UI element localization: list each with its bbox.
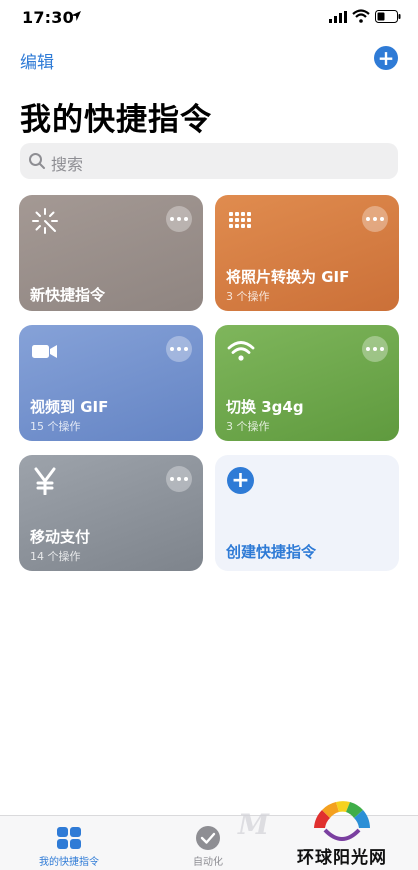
create-shortcut-card[interactable]: + 创建快捷指令 (215, 455, 399, 571)
watermark-logo-icon (314, 801, 370, 841)
tab-label: 自动化 (193, 857, 223, 868)
automation-check-icon (196, 826, 220, 850)
plus-icon: + (227, 467, 254, 494)
location-arrow-icon (71, 11, 81, 21)
shortcut-card-mobile-pay[interactable]: 移动支付 14 个操作 (19, 455, 203, 571)
status-time: 17:30 (22, 8, 74, 27)
search-icon (29, 153, 45, 169)
more-options-button[interactable] (362, 206, 388, 232)
shortcut-card-photo-gif[interactable]: 将照片转换为 GIF 3 个操作 (215, 195, 399, 311)
wifi-icon (227, 341, 255, 361)
search-placeholder: 搜索 (51, 155, 84, 174)
shortcut-action-count: 15 个操作 (30, 420, 81, 433)
battery-icon (375, 10, 401, 23)
more-options-button[interactable] (362, 336, 388, 362)
shortcut-card-3g4g[interactable]: 切换 3g4g 3 个操作 (215, 325, 399, 441)
shortcut-name: 将照片转换为 GIF (226, 268, 350, 286)
shortcut-name: 移动支付 (30, 528, 91, 546)
tab-my-shortcuts[interactable]: 我的快捷指令 (26, 816, 112, 870)
shortcuts-grid-icon (57, 827, 81, 849)
search-field[interactable]: 搜索 (20, 143, 398, 179)
more-options-button[interactable] (166, 336, 192, 362)
video-camera-icon (32, 345, 57, 358)
shortcut-action-count: 3 个操作 (226, 290, 270, 303)
tab-label: 我的快捷指令 (39, 857, 99, 868)
shortcut-name: 视频到 GIF (30, 398, 109, 416)
shortcut-name: 新快捷指令 (30, 286, 106, 304)
sparkle-icon (32, 208, 58, 234)
shortcut-card-new[interactable]: 新快捷指令 (19, 195, 203, 311)
yen-icon (34, 467, 56, 495)
watermark-brand-text: 环球阳光网 (297, 848, 387, 868)
wifi-status-icon (352, 9, 370, 23)
add-shortcut-button[interactable]: + (374, 46, 398, 70)
grid-icon (229, 212, 251, 228)
edit-button[interactable]: 编辑 (20, 48, 54, 73)
page-title: 我的快捷指令 (20, 102, 212, 138)
watermark-letter: M (238, 808, 269, 841)
more-options-button[interactable] (166, 206, 192, 232)
shortcut-card-video-gif[interactable]: 视频到 GIF 15 个操作 (19, 325, 203, 441)
shortcut-action-count: 3 个操作 (226, 420, 270, 433)
cellular-signal-icon (329, 11, 347, 23)
shortcut-action-count: 14 个操作 (30, 550, 81, 563)
more-options-button[interactable] (166, 466, 192, 492)
shortcut-name: 切换 3g4g (226, 398, 304, 416)
create-shortcut-label: 创建快捷指令 (226, 543, 317, 561)
status-bar: 17:30 (0, 0, 418, 40)
